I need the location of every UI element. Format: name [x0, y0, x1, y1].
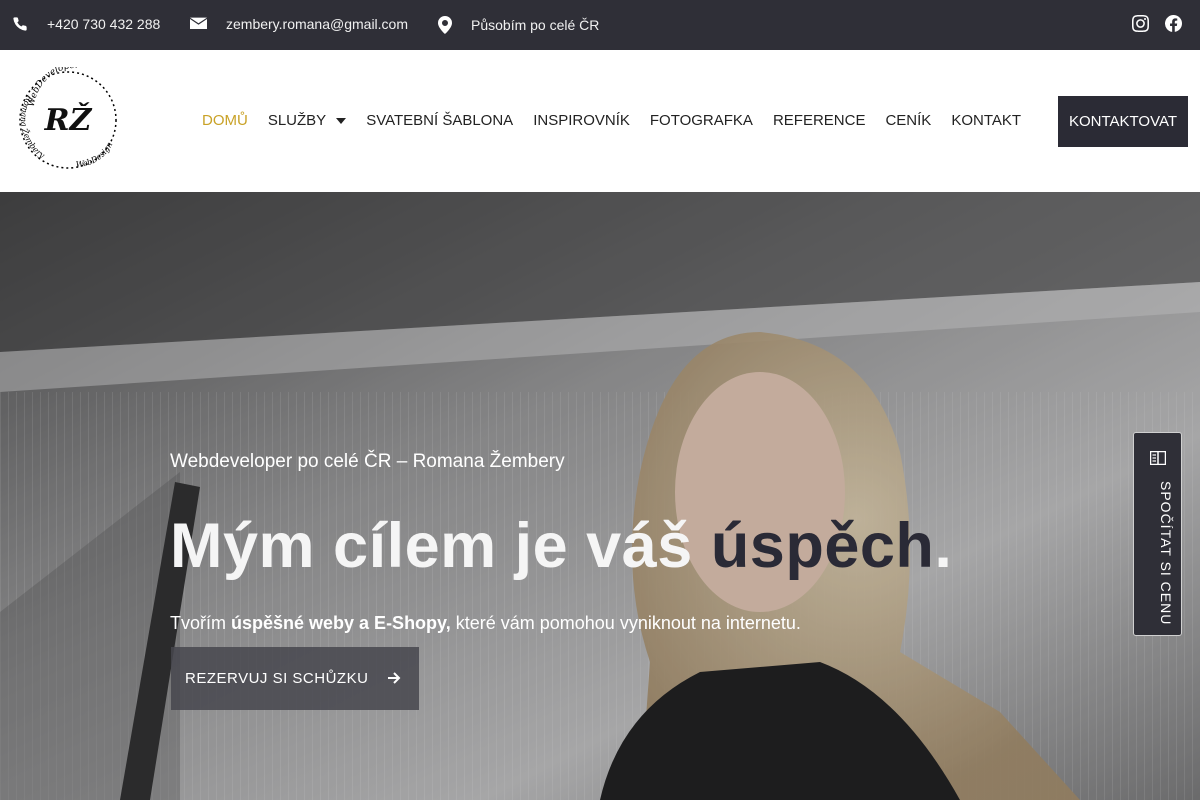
- svg-text:WebDeveloper: WebDeveloper: [27, 67, 80, 108]
- price-calculator-label: SPOČÍTAT SI CENU: [1158, 481, 1174, 626]
- nav-label: FOTOGRAFKA: [649, 112, 753, 129]
- nav-label: CENÍK: [885, 112, 932, 129]
- book-meeting-button[interactable]: REZERVUJ SI SCHŮZKU: [171, 647, 419, 710]
- envelope-icon: [190, 17, 207, 29]
- hero-desc-post: které vám pomohou vyniknout na internetu…: [450, 613, 801, 633]
- hero-description: Tvořím úspěšné weby a E-Shopy, které vám…: [170, 613, 801, 634]
- hero-title: Mým cílem je váš úspěch.: [170, 510, 952, 582]
- contact-bar: +420 730 432 288 zembery.romana@gmail.co…: [0, 0, 1200, 50]
- email-address: zembery.romana@gmail.com: [226, 16, 409, 32]
- logo-mark: WebDeveloper Romana Žembery WebDesign RŽ: [19, 61, 117, 170]
- facebook-icon[interactable]: [1165, 15, 1182, 32]
- nav-label: REFERENCE: [772, 112, 866, 129]
- phone-icon: [13, 17, 27, 31]
- location-info: Působím po celé ČR: [438, 16, 599, 34]
- nav-label: INSPIROVNÍK: [533, 112, 630, 129]
- hero-desc-bold: úspěšné weby a E-Shopy,: [231, 613, 451, 633]
- calculator-icon: [1150, 451, 1166, 465]
- hero-title-part: Mým cílem je váš: [170, 511, 711, 581]
- arrow-right-icon: [388, 672, 401, 684]
- nav-item-cenik[interactable]: CENÍK: [885, 112, 931, 129]
- nav-label: KONTAKT: [951, 112, 1022, 129]
- caret-down-icon: [336, 117, 347, 124]
- site-header: WebDeveloper Romana Žembery WebDesign RŽ…: [0, 50, 1200, 192]
- hero-title-end: .: [934, 511, 953, 581]
- nav-item-sluzby[interactable]: SLUŽBY: [267, 112, 347, 129]
- price-calculator-button[interactable]: SPOČÍTAT SI CENU: [1133, 432, 1182, 636]
- nav-item-fotografka[interactable]: FOTOGRAFKA: [650, 112, 753, 129]
- logo-ring-top: WebDeveloper: [27, 61, 80, 108]
- hero-section: Webdeveloper po celé ČR – Romana Žembery…: [0, 192, 1200, 800]
- phone-number: +420 730 432 288: [47, 16, 161, 32]
- nav-label: SLUŽBY: [267, 112, 327, 129]
- map-marker-icon: [438, 16, 452, 34]
- svg-text:WebDesign: WebDesign: [75, 141, 114, 170]
- nav-label: SVATEBNÍ ŠABLONA: [366, 112, 514, 129]
- location-text: Působím po celé ČR: [471, 17, 600, 33]
- contact-button[interactable]: KONTAKTOVAT: [1058, 96, 1188, 147]
- main-nav: DOMŮ SLUŽBY SVATEBNÍ ŠABLONA INSPIROVNÍK…: [202, 112, 1021, 129]
- nav-item-kontakt[interactable]: KONTAKT: [951, 112, 1021, 129]
- nav-label: DOMŮ: [202, 112, 248, 129]
- hero-subtitle: Webdeveloper po celé ČR – Romana Žembery: [170, 451, 565, 472]
- book-meeting-label: REZERVUJ SI SCHŮZKU: [185, 670, 369, 687]
- hero-desc-pre: Tvořím: [170, 613, 231, 633]
- email-contact[interactable]: zembery.romana@gmail.com: [190, 16, 408, 32]
- logo-initials: RŽ: [44, 102, 93, 138]
- nav-item-reference[interactable]: REFERENCE: [773, 112, 866, 129]
- site-logo[interactable]: WebDeveloper Romana Žembery WebDesign RŽ: [14, 61, 122, 173]
- phone-contact[interactable]: +420 730 432 288: [12, 16, 160, 32]
- nav-item-inspirovnik[interactable]: INSPIROVNÍK: [533, 112, 630, 129]
- nav-item-svatebni-sablona[interactable]: SVATEBNÍ ŠABLONA: [366, 112, 513, 129]
- hero-title-accent: úspěch: [710, 511, 935, 581]
- logo-ring-bottom: WebDesign: [75, 141, 114, 170]
- nav-item-domu[interactable]: DOMŮ: [202, 112, 248, 129]
- social-links: [1132, 15, 1182, 32]
- instagram-icon[interactable]: [1132, 15, 1149, 32]
